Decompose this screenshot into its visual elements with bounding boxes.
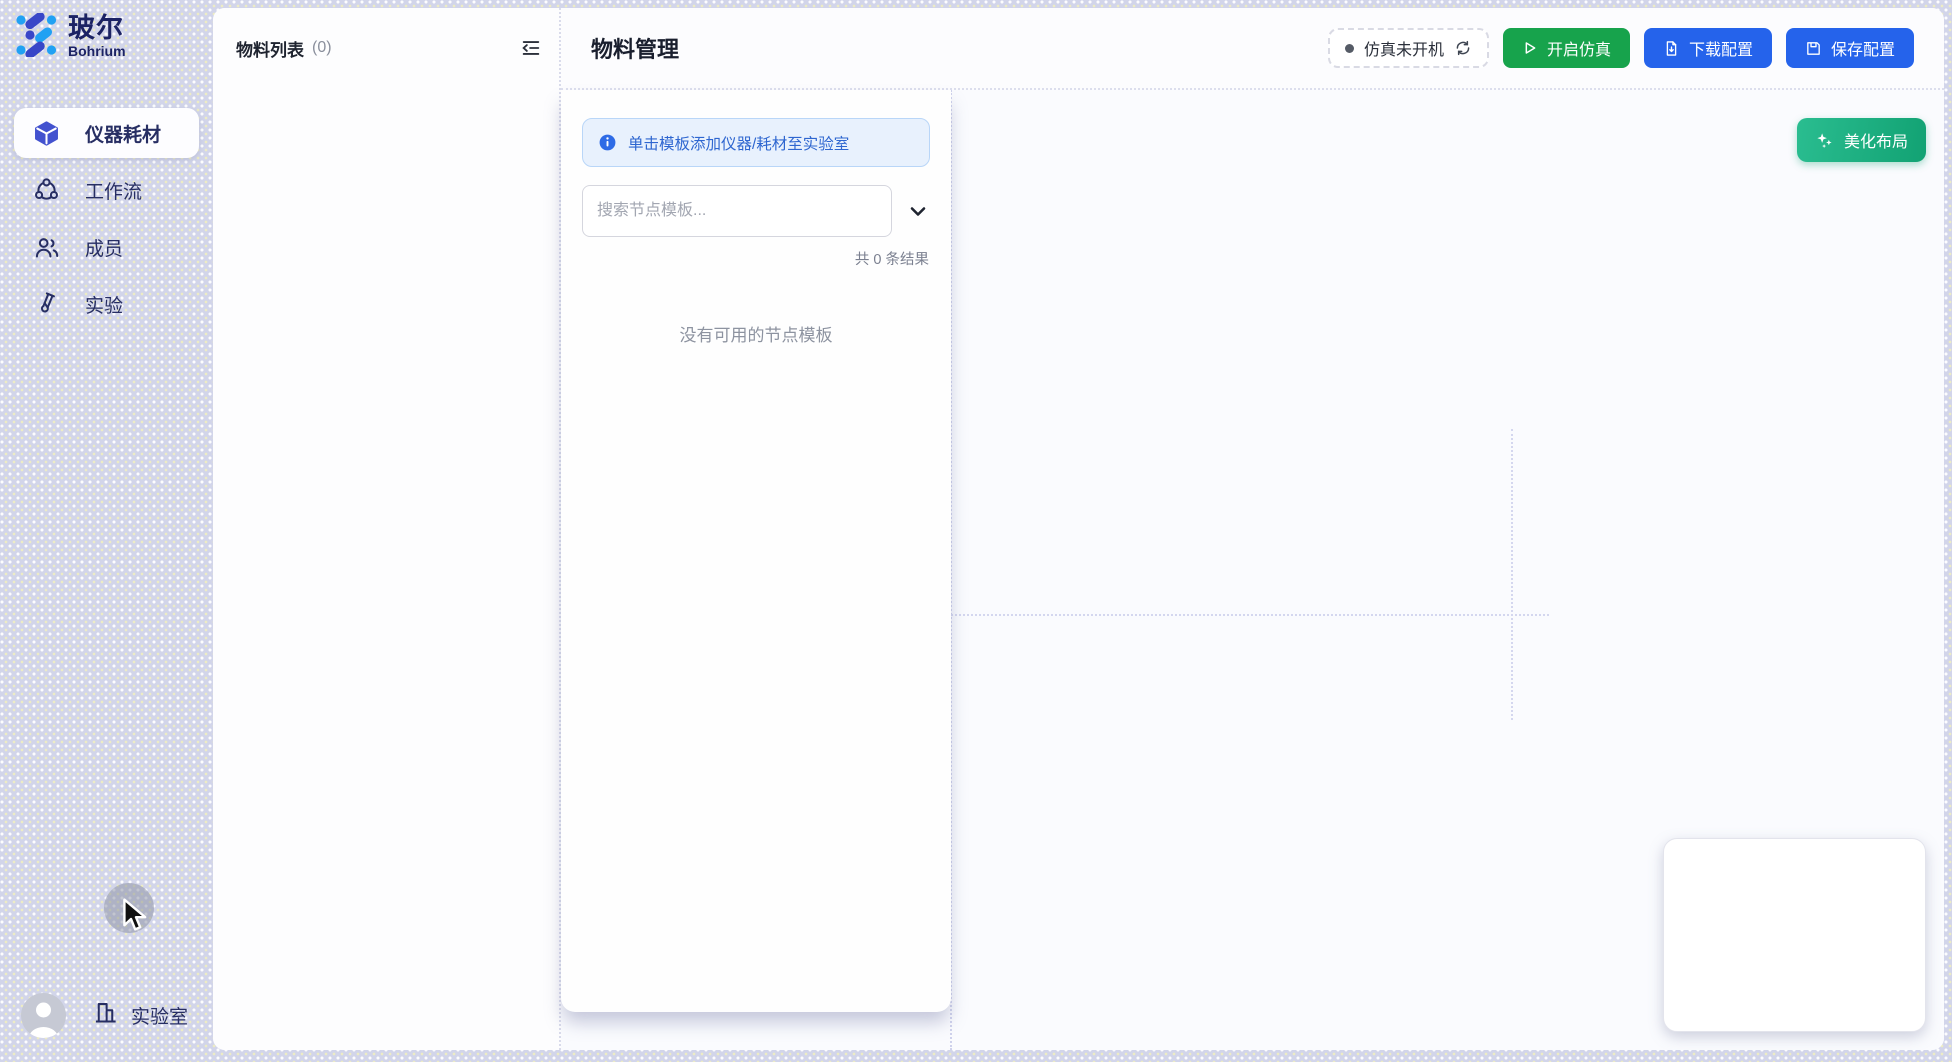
sidebar-item-label: 工作流 — [85, 177, 142, 204]
materials-list-title: 物料列表 — [236, 36, 304, 61]
sidebar-item-workflow[interactable]: 工作流 — [14, 165, 199, 215]
save-icon — [1805, 40, 1822, 57]
simulation-status-pill[interactable]: 仿真未开机 — [1328, 28, 1489, 68]
page: { "sidebar": { "logo_title": "玻尔", "logo… — [0, 0, 1952, 1062]
search-input[interactable] — [582, 185, 892, 237]
canvas-guide-horizontal — [951, 614, 1549, 616]
start-simulation-button[interactable]: 开启仿真 — [1503, 28, 1630, 68]
logo-subtitle: Bohrium — [68, 43, 126, 60]
start-simulation-label: 开启仿真 — [1547, 36, 1611, 60]
chevron-down-icon[interactable] — [906, 199, 930, 223]
lab-switcher[interactable]: 实验室 — [92, 999, 188, 1032]
logo-title: 玻尔 — [68, 13, 126, 43]
play-icon — [1522, 40, 1538, 56]
logo: 玻尔 Bohrium — [14, 13, 199, 60]
save-config-button[interactable]: 保存配置 — [1786, 28, 1914, 68]
beautify-layout-label: 美化布局 — [1844, 128, 1908, 152]
sidebar-nav: 仪器耗材 工作流 成员 — [14, 108, 199, 329]
lab-label: 实验室 — [131, 1002, 188, 1029]
sparkles-icon — [1815, 131, 1834, 150]
beautify-layout-button[interactable]: 美化布局 — [1797, 118, 1926, 162]
download-config-button[interactable]: 下载配置 — [1644, 28, 1772, 68]
download-config-label: 下载配置 — [1689, 36, 1753, 60]
empty-template-text: 没有可用的节点模板 — [561, 321, 951, 346]
building-icon — [92, 999, 119, 1032]
logo-text: 玻尔 Bohrium — [68, 13, 126, 60]
cube-icon — [33, 120, 60, 147]
status-dot-icon — [1345, 44, 1354, 53]
main-header: 物料管理 仿真未开机 — [561, 8, 1944, 90]
app-window: 物料列表 (0) 物料管理 仿真未开机 — [213, 8, 1944, 1050]
page-title: 物料管理 — [591, 32, 679, 64]
header-actions: 仿真未开机 — [1328, 28, 1914, 68]
canvas-guide-cross-vertical — [1511, 429, 1513, 720]
info-banner-text: 单击模板添加仪器/耗材至实验室 — [628, 132, 849, 154]
sidebar-item-label: 实验 — [85, 291, 123, 318]
workflow-icon — [33, 177, 60, 204]
save-config-label: 保存配置 — [1831, 36, 1895, 60]
avatar[interactable] — [21, 993, 66, 1038]
sidebar-item-label: 仪器耗材 — [85, 120, 161, 147]
sidebar-item-members[interactable]: 成员 — [14, 222, 199, 272]
lab-canvas[interactable]: 单击模板添加仪器/耗材至实验室 共 0 条结果 没有可用的节点模板 — [561, 90, 1944, 1050]
node-template-panel: 单击模板添加仪器/耗材至实验室 共 0 条结果 没有可用的节点模板 — [561, 90, 951, 1012]
info-banner: 单击模板添加仪器/耗材至实验室 — [582, 118, 930, 167]
main-column: 物料管理 仿真未开机 — [561, 8, 1944, 1050]
experiment-icon — [33, 291, 60, 318]
mouse-cursor-icon — [122, 898, 150, 939]
materials-list-header: 物料列表 (0) — [236, 34, 545, 62]
sidebar-footer: 实验室 — [14, 993, 199, 1038]
materials-list-count: (0) — [312, 39, 332, 57]
sidebar-item-label: 成员 — [85, 234, 123, 261]
materials-list-panel: 物料列表 (0) — [213, 8, 561, 1050]
file-download-icon — [1663, 40, 1680, 57]
sidebar-item-instruments[interactable]: 仪器耗材 — [14, 108, 199, 158]
bohrium-logo-icon — [14, 13, 58, 57]
info-icon — [598, 133, 617, 152]
simulation-status-label: 仿真未开机 — [1364, 36, 1444, 60]
result-count: 共 0 条结果 — [561, 248, 929, 269]
minimap[interactable] — [1663, 838, 1926, 1032]
search-row — [582, 185, 930, 237]
collapse-panel-icon[interactable] — [517, 34, 545, 62]
members-icon — [33, 234, 60, 261]
refresh-icon[interactable] — [1454, 39, 1472, 57]
sidebar-item-experiments[interactable]: 实验 — [14, 279, 199, 329]
